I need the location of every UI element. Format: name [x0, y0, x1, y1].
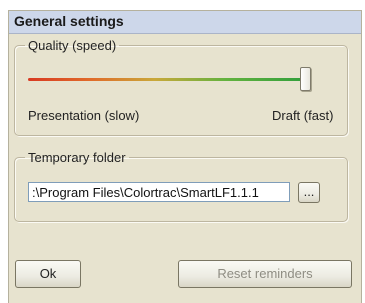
reset-reminders-button[interactable]: Reset reminders: [178, 260, 352, 288]
slow-label: Presentation (slow): [28, 108, 140, 123]
quality-slider-thumb[interactable]: [300, 67, 311, 91]
window-title: General settings: [14, 13, 124, 29]
browse-button[interactable]: ...: [298, 182, 320, 203]
temporary-folder-input[interactable]: [28, 182, 290, 202]
title-bar: General settings: [9, 11, 361, 34]
fast-label: Draft (fast): [272, 108, 334, 123]
quality-slider-track[interactable]: [28, 78, 310, 81]
ok-button[interactable]: Ok: [15, 260, 81, 288]
quality-legend: Quality (speed): [28, 38, 117, 53]
temporary-folder-legend: Temporary folder: [28, 150, 126, 165]
